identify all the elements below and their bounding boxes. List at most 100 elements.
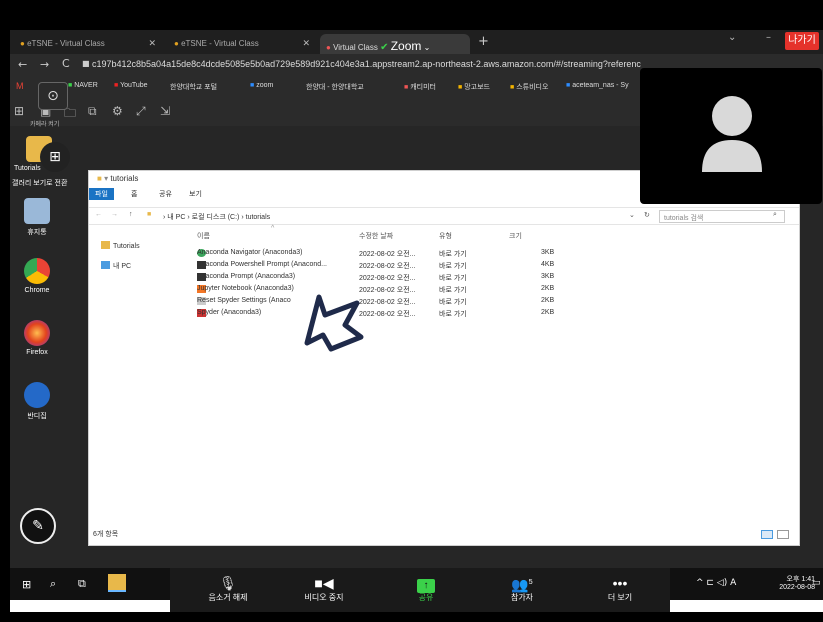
url-input[interactable]: c197b412c8b5a04a15de8c4dcde5085e5b0ad729…	[92, 59, 641, 69]
item-count: 6개 항목	[93, 531, 119, 538]
up-icon[interactable]: ↑	[129, 211, 133, 218]
copy-icon[interactable]: ⧉	[88, 104, 97, 119]
close-icon[interactable]: ✕	[302, 38, 310, 49]
file-row[interactable]: Anaconda Prompt (Anaconda3) 2022-08-02 오…	[195, 273, 595, 285]
youtube-icon: ■	[114, 82, 119, 89]
windows-start-icon[interactable]: ⊞	[22, 578, 31, 591]
bookmark-item[interactable]: ■ zoom	[250, 82, 273, 89]
bookmark-item[interactable]: 한양대 - 한양대학교	[306, 82, 364, 92]
file-row[interactable]: Spyder (Anaconda3) 2022-08-02 오전... 바로 가…	[195, 309, 595, 321]
file-row[interactable]: Anaconda Powershell Prompt (Anacond... 2…	[195, 261, 595, 273]
chevron-down-icon[interactable]: ⌄	[629, 211, 635, 219]
notification-icon[interactable]: ▭	[812, 578, 821, 588]
desktop-icon-recycle-bin[interactable]: 휴지통	[12, 198, 62, 237]
more-button[interactable]: ••• 더 보기	[580, 574, 660, 603]
forward-icon[interactable]: →	[111, 211, 118, 218]
fullscreen-icon[interactable]: ⤢	[136, 104, 146, 119]
zoom-icon: ■	[250, 82, 255, 89]
ribbon-tab-view[interactable]: 보기	[189, 189, 202, 199]
column-header-size[interactable]: 크기	[509, 231, 522, 241]
ribbon-tab-file[interactable]: 파일	[89, 188, 114, 200]
camera-label: 카메라 켜기	[30, 122, 60, 128]
more-dots-icon: •••	[612, 575, 628, 591]
folder-icon	[101, 241, 110, 249]
left-black-bar	[0, 30, 10, 612]
chrome-icon	[24, 258, 50, 284]
gear-icon[interactable]: ⚙	[112, 104, 123, 118]
desktop-icon-chrome[interactable]: Chrome	[12, 258, 62, 294]
zoom-label: Zoom	[390, 39, 422, 53]
clock[interactable]: 오후 1:41 2022-08-08	[779, 574, 815, 591]
file-row[interactable]: Anaconda Navigator (Anaconda3) 2022-08-0…	[195, 249, 595, 261]
bookmark-item[interactable]: ■ 스튜비디오	[510, 82, 548, 92]
back-icon[interactable]: ←	[18, 58, 27, 71]
folder-icon: ■	[97, 174, 102, 183]
file-explorer-taskbar-icon[interactable]	[108, 574, 126, 592]
browser-tab[interactable]: ● eTSNE - Virtual Class ✕	[168, 34, 316, 54]
explorer-title: tutorials	[110, 174, 139, 183]
profile-icon[interactable]: ⇲	[160, 104, 170, 118]
nav-item-this-pc[interactable]: 내 PC	[101, 261, 131, 271]
bookmark-item[interactable]: ■ NAVER	[68, 82, 98, 89]
tab-label: Virtual Class	[333, 43, 378, 52]
navigation-pane: Tutorials 내 PC	[89, 227, 189, 527]
column-header-name[interactable]: 이름	[197, 231, 210, 241]
lock-icon: ■	[82, 59, 90, 68]
nav-item-tutorials[interactable]: Tutorials	[101, 241, 140, 250]
ribbon-tab-home[interactable]: 홈	[131, 189, 137, 199]
share-icon: ↑	[386, 574, 466, 593]
column-header-date[interactable]: 수정한 날짜	[359, 231, 393, 241]
participants-button[interactable]: 👥5 참가자	[482, 574, 562, 603]
muted-mic-icon: 🎙	[219, 575, 237, 591]
forward-icon[interactable]: →	[40, 58, 49, 71]
annotate-pen-icon[interactable]: ✎	[20, 508, 56, 544]
grid-icon[interactable]: ⊞	[14, 104, 24, 118]
video-camera-icon: ■◀	[314, 575, 334, 591]
zoom-control-bar: 🎙 음소거 해제 ■◀ 비디오 중지 ↑ 공유 👥5 참가자 ••• 더 보기	[170, 568, 670, 612]
gmail-icon[interactable]: M	[16, 81, 24, 91]
bookmark-item[interactable]: ■ 망고보드	[458, 82, 490, 92]
desktop-icon-bandizip[interactable]: 반디집	[12, 382, 62, 421]
bookmark-item[interactable]: ■ 캐티미터	[404, 82, 436, 92]
share-screen-button[interactable]: ↑ 공유	[386, 574, 466, 603]
bookmark-item[interactable]: 한양대학교 포털	[170, 82, 217, 92]
close-icon[interactable]: ✕	[148, 38, 156, 49]
column-header-type[interactable]: 유형	[439, 231, 452, 241]
browser-tab[interactable]: ● eTSNE - Virtual Class ✕	[14, 34, 162, 54]
participants-icon: 👥5	[511, 576, 533, 593]
browser-tab-active[interactable]: ● Virtual Class ✔ Zoom ⌄	[320, 34, 470, 54]
stop-video-button[interactable]: ■◀ 비디오 중지	[284, 574, 364, 603]
ribbon-tab-share[interactable]: 공유	[159, 189, 172, 199]
leave-button[interactable]: 나가기	[785, 32, 819, 50]
explorer-address-bar: ← → ↑ ■ › 내 PC › 로컬 디스크 (C:) › tutorials…	[89, 207, 799, 225]
bookmark-item[interactable]: ■ YouTube	[114, 82, 148, 89]
pc-icon	[101, 261, 110, 269]
camera-icon[interactable]: ⊙	[38, 82, 68, 110]
quick-access-icon[interactable]: ▾	[104, 174, 108, 183]
bookmark-item[interactable]: ■ aceteam_nas - Sy	[566, 82, 629, 89]
search-input[interactable]: tutorials 검색	[659, 210, 785, 223]
participants-count: 5	[528, 579, 533, 586]
back-icon[interactable]: ←	[95, 211, 102, 218]
top-black-bar	[0, 0, 823, 30]
gallery-view-icon[interactable]: ⊞	[40, 142, 70, 172]
reload-icon[interactable]: C	[62, 57, 70, 70]
large-icons-view-icon[interactable]	[777, 530, 789, 539]
unmute-button[interactable]: 🎙 음소거 해제	[188, 574, 268, 603]
new-tab-icon[interactable]: +	[478, 34, 489, 49]
bandizip-icon	[24, 382, 50, 408]
chevron-down-icon[interactable]: ⌄	[728, 32, 736, 43]
minimize-icon[interactable]: –	[766, 32, 771, 43]
refresh-icon[interactable]: ↻	[644, 211, 650, 219]
task-view-icon[interactable]: ⧉	[78, 577, 86, 591]
search-icon[interactable]: ⌕	[50, 577, 56, 591]
participant-video-tile	[640, 68, 822, 204]
breadcrumb[interactable]: › 내 PC › 로컬 디스크 (C:) › tutorials	[163, 212, 270, 222]
file-row[interactable]: Jupyter Notebook (Anaconda3) 2022-08-02 …	[195, 285, 595, 297]
details-view-icon[interactable]	[761, 530, 773, 539]
chevron-down-icon[interactable]: ⌄	[424, 43, 431, 52]
studio-icon: ■	[510, 84, 515, 91]
system-tray-icons[interactable]: ^ ⊏ ◁) A	[696, 578, 736, 588]
file-row[interactable]: Reset Spyder Settings (Anaco 2022-08-02 …	[195, 297, 595, 309]
desktop-icon-firefox[interactable]: Firefox	[12, 320, 62, 356]
